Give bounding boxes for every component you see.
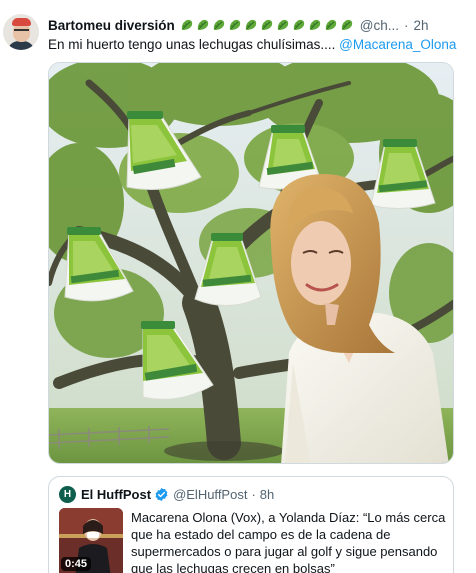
leafy-green-emoji	[181, 19, 192, 30]
leafy-green-emoji	[309, 19, 320, 30]
author-name[interactable]: Bartomeu diversión	[48, 18, 175, 33]
huffpost-logo-icon: H	[59, 486, 76, 503]
mention-link[interactable]: @Macarena_Olona	[339, 37, 456, 52]
leafy-green-emoji	[277, 19, 288, 30]
emoji-row	[180, 18, 354, 32]
tweet-image[interactable]	[48, 62, 454, 464]
tweet-header: Bartomeu diversión @ch... · 2h	[48, 16, 429, 34]
separator-dot: ·	[404, 17, 409, 33]
avatar-hair	[12, 18, 31, 26]
video-duration-badge: 0:45	[61, 557, 92, 571]
tweet-text: En mi huerto tengo unas lechugas chulísi…	[48, 37, 456, 52]
timestamp[interactable]: 2h	[414, 18, 429, 33]
leafy-green-emoji	[261, 19, 272, 30]
leafy-green-emoji	[229, 19, 240, 30]
leafy-green-emoji	[325, 19, 336, 30]
leafy-green-emoji	[245, 19, 256, 30]
quoted-tweet-header: H El HuffPost @ElHuffPost · 8h	[59, 486, 274, 503]
quoted-author-name[interactable]: El HuffPost	[81, 487, 151, 502]
verified-badge-icon	[155, 487, 168, 502]
tweet[interactable]: Bartomeu diversión @ch... · 2h En mi hue…	[0, 0, 476, 573]
author-handle[interactable]: @ch...	[360, 18, 399, 33]
leafy-green-emoji	[341, 19, 352, 30]
tree-lettuce-image	[49, 63, 453, 463]
tweet-text-body: En mi huerto tengo unas lechugas chulísi…	[48, 37, 340, 52]
leafy-green-emoji	[213, 19, 224, 30]
avatar[interactable]	[3, 14, 39, 50]
trunk-base	[164, 441, 284, 461]
separator-dot: ·	[251, 487, 256, 502]
avatar-body	[7, 41, 35, 50]
quoted-tweet-text: Macarena Olona (Vox), a Yolanda Díaz: “L…	[131, 510, 446, 573]
quoted-tweet[interactable]: H El HuffPost @ElHuffPost · 8h 0:45 Maca…	[48, 476, 454, 573]
avatar-glasses	[14, 29, 29, 33]
quoted-timestamp[interactable]: 8h	[260, 487, 274, 502]
leafy-green-emoji	[293, 19, 304, 30]
leafy-green-emoji	[197, 19, 208, 30]
quoted-author-handle[interactable]: @ElHuffPost	[173, 487, 247, 502]
